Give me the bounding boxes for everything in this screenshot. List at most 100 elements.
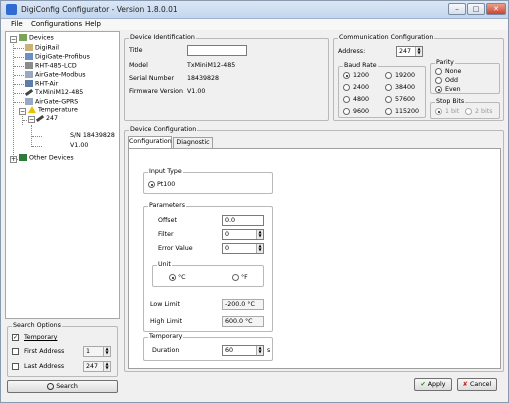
tree-item-airgate-gprs[interactable]: AirGate-GPRS: [25, 98, 78, 106]
address-input[interactable]: 247 ▲ ▼: [396, 46, 423, 57]
title-label: Title: [129, 47, 143, 54]
search-icon: [47, 382, 55, 390]
high-limit-value: 600.0 °C: [222, 316, 264, 327]
device-icon: [25, 71, 33, 78]
expand-icon[interactable]: +: [10, 156, 17, 163]
app-window: DigiConfig Configurator - Version 1.8.0.…: [0, 0, 509, 403]
baud-4800-radio[interactable]: [343, 96, 350, 103]
spin-icon[interactable]: ▲ ▼: [256, 346, 263, 355]
device-identification-group: Device Identification Title Model TxMini…: [124, 34, 329, 121]
input-pt100-radio[interactable]: [148, 181, 155, 188]
maximize-button[interactable]: □: [467, 3, 485, 15]
tree-root[interactable]: Devices: [19, 34, 54, 42]
tree-item-rht-air[interactable]: RHT-Air: [25, 80, 58, 88]
offset-label: Offset: [158, 217, 177, 224]
first-address-input[interactable]: 1 ▲ ▼: [83, 346, 111, 357]
x-icon: ✘: [462, 381, 468, 388]
stop-bits-group: Stop Bits 1 bit 2 bits: [430, 98, 500, 119]
search-button[interactable]: Search: [7, 380, 118, 393]
error-value-label: Error Value: [158, 245, 193, 252]
serial-label: Serial Number: [129, 75, 175, 82]
tree-item-temperature[interactable]: Temperature: [28, 106, 78, 114]
baud-2400-radio[interactable]: [343, 84, 350, 91]
filter-label: Filter: [158, 231, 174, 238]
communication-group: Communication Configuration Address: 247…: [333, 34, 504, 121]
temporary-checkbox[interactable]: ✓: [12, 334, 19, 341]
first-address-checkbox[interactable]: [12, 348, 19, 355]
unit-fahrenheit-radio[interactable]: [232, 274, 239, 281]
app-icon: [6, 4, 17, 15]
stop-1bit-radio[interactable]: [435, 108, 442, 115]
baud-9600-radio[interactable]: [343, 108, 350, 115]
apply-button[interactable]: ✔ Apply: [414, 378, 452, 391]
device-icon: [25, 53, 33, 60]
collapse-icon[interactable]: −: [28, 116, 35, 123]
probe-icon: [24, 88, 34, 96]
duration-label: Duration: [152, 347, 180, 354]
duration-unit: s: [267, 347, 271, 354]
title-bar: DigiConfig Configurator - Version 1.8.0.…: [1, 1, 508, 19]
duration-input[interactable]: 60 ▲ ▼: [222, 345, 264, 356]
parameters-title: Parameters: [148, 202, 187, 209]
baud-115200-radio[interactable]: [385, 108, 392, 115]
unit-group: Unit °C °F: [152, 261, 264, 287]
tab-diagnostic[interactable]: Diagnostic: [173, 137, 213, 148]
unit-celsius-radio[interactable]: [169, 274, 176, 281]
tab-configuration[interactable]: Configuration: [128, 136, 172, 148]
device-icon: [25, 98, 33, 105]
last-address-checkbox[interactable]: [12, 363, 19, 370]
tree-item-txminim12-485[interactable]: TxMiniM12-485: [24, 88, 83, 96]
device-configuration-group: Device Configuration Configuration Diagn…: [124, 126, 504, 372]
model-value: TxMiniM12-485: [187, 62, 236, 69]
filter-input[interactable]: 0 ▲ ▼: [222, 229, 264, 240]
collapse-icon[interactable]: −: [10, 36, 17, 43]
minimize-button[interactable]: –: [448, 3, 466, 15]
device-icon: [25, 62, 33, 69]
tree-item-serial[interactable]: S/N 18439828: [70, 132, 115, 139]
offset-input[interactable]: 0.0: [222, 215, 264, 226]
communication-title: Communication Configuration: [338, 34, 435, 41]
baud-19200-radio[interactable]: [385, 72, 392, 79]
last-address-input[interactable]: 247 ▲ ▼: [83, 361, 111, 372]
device-configuration-title: Device Configuration: [129, 126, 198, 133]
tree-item-airgate-modbus[interactable]: AirGate-Modbus: [25, 71, 86, 79]
baud-57600-radio[interactable]: [385, 96, 392, 103]
search-options-group: Search Options ✓ Temporary First Address…: [7, 322, 118, 377]
baud-38400-radio[interactable]: [385, 84, 392, 91]
probe-icon: [35, 114, 45, 122]
stop-2bits-radio[interactable]: [465, 108, 472, 115]
spin-icon[interactable]: ▲ ▼: [415, 47, 422, 56]
window-title: DigiConfig Configurator - Version 1.8.0.…: [21, 5, 178, 14]
spin-icon[interactable]: ▲ ▼: [103, 362, 110, 371]
address-label: Address:: [338, 48, 366, 55]
low-limit-value: -200.0 °C: [222, 299, 264, 310]
serial-value: 18439828: [187, 75, 220, 82]
menu-configurations[interactable]: Configurations: [31, 20, 82, 28]
baud-rate-group: Baud Rate 1200 19200 2400 38400 4800 576…: [338, 62, 426, 118]
spin-icon[interactable]: ▲ ▼: [256, 244, 263, 253]
parameters-group: Parameters Offset 0.0 Filter 0 ▲ ▼ Error V…: [143, 202, 273, 332]
parity-even-radio[interactable]: [435, 86, 442, 93]
close-button[interactable]: ✕: [486, 3, 506, 15]
tree-item-device-247[interactable]: 247: [35, 114, 58, 122]
spin-icon[interactable]: ▲ ▼: [103, 347, 110, 356]
device-tree: − Devices DigiRail DigiGate-Profibus RHT…: [5, 31, 120, 319]
parity-none-radio[interactable]: [435, 68, 442, 75]
tree-item-version[interactable]: V1.00: [70, 142, 88, 149]
tree-item-digigate-profibus[interactable]: DigiGate-Profibus: [25, 53, 90, 61]
parity-odd-radio[interactable]: [435, 77, 442, 84]
cancel-button[interactable]: ✘ Cancel: [457, 378, 497, 391]
menu-file[interactable]: File: [11, 20, 23, 28]
unit-title: Unit: [157, 261, 172, 268]
menu-help[interactable]: Help: [85, 20, 101, 28]
error-value-input[interactable]: 0 ▲ ▼: [222, 243, 264, 254]
collapse-icon[interactable]: −: [19, 108, 26, 115]
tree-item-digirail[interactable]: DigiRail: [25, 44, 59, 52]
tree-item-rht-485-lcd[interactable]: RHT-485-LCD: [25, 62, 77, 70]
spin-icon[interactable]: ▲ ▼: [256, 230, 263, 239]
baud-1200-radio[interactable]: [343, 72, 350, 79]
menu-bar: File Configurations Help: [1, 19, 508, 30]
tree-item-other-devices[interactable]: Other Devices: [19, 154, 74, 162]
devices-icon: [19, 34, 27, 41]
title-input[interactable]: [187, 45, 247, 56]
